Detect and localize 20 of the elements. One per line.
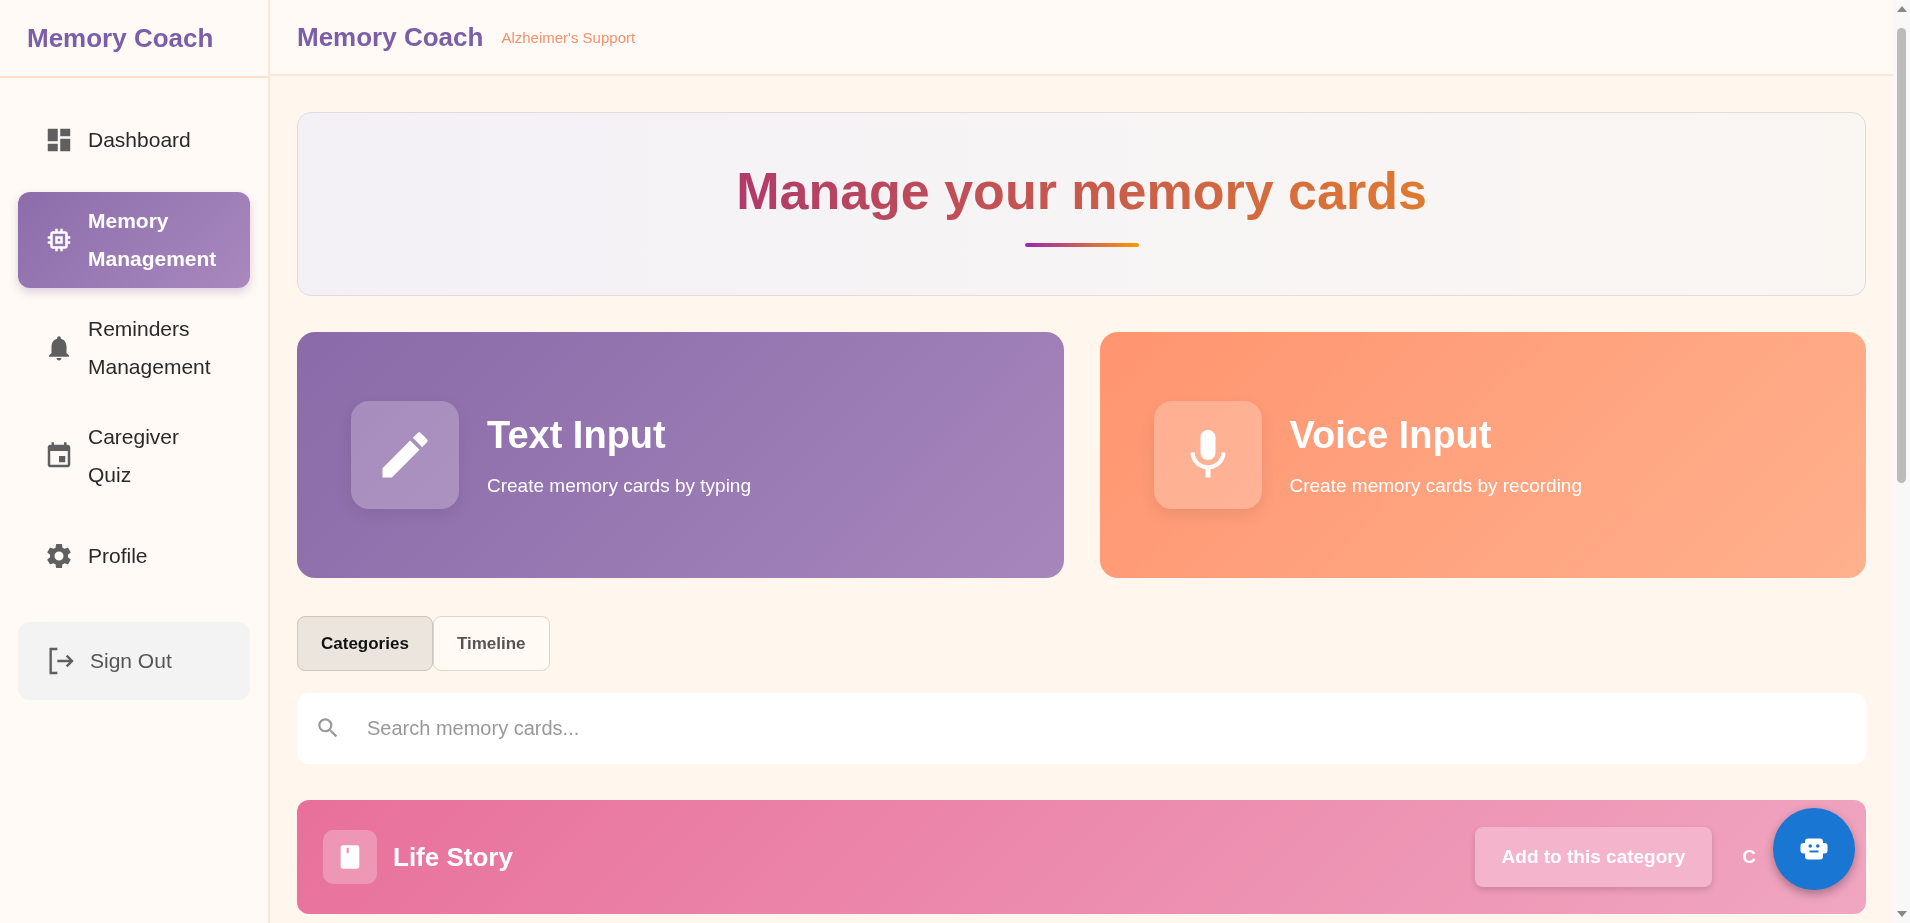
sidebar-item[interactable]: Caregiver Quiz xyxy=(18,408,250,504)
view-tab[interactable]: Categories xyxy=(297,616,433,671)
sign-out-button[interactable]: Sign Out xyxy=(18,622,250,700)
option-description: Create memory cards by typing xyxy=(487,474,751,497)
category-title: Life Story xyxy=(393,841,514,873)
option-title: Text Input xyxy=(487,413,667,457)
option-title: Voice Input xyxy=(1289,413,1493,457)
app-subtitle: Alzheimer's Support xyxy=(501,28,636,46)
view-tab[interactable]: Timeline xyxy=(432,616,550,671)
sidebar-item[interactable]: Profile xyxy=(18,516,250,596)
app-title: Memory Coach xyxy=(297,21,484,53)
sidebar-item[interactable]: Dashboard xyxy=(18,100,250,180)
sidebar-item[interactable]: Memory Management xyxy=(18,192,250,288)
sidebar-item[interactable]: Reminders Management xyxy=(18,300,250,396)
settings-icon xyxy=(44,541,74,571)
option-description: Create memory cards by recording xyxy=(1289,474,1582,497)
category-action: C xyxy=(1742,846,1756,868)
text-input-card[interactable]: Text Input Create memory cards by typing xyxy=(297,332,1064,578)
search-field[interactable]: Search memory cards... xyxy=(297,693,1866,764)
sidebar-brand: Memory Coach xyxy=(27,22,214,54)
